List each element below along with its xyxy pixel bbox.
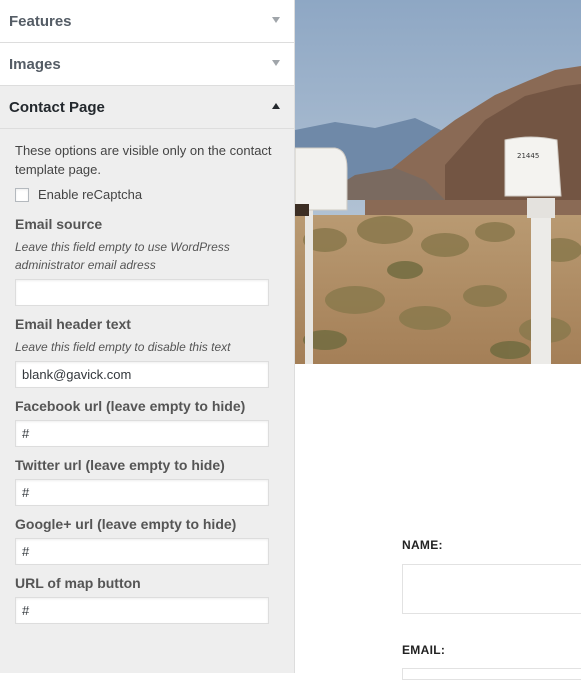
header-photo: 21445 [295, 0, 581, 364]
recaptcha-checkbox[interactable] [15, 187, 29, 202]
twitter-url-input[interactable]: # [15, 479, 269, 506]
email-source-hint: Leave this field empty to use WordPress … [15, 240, 230, 272]
email-source-title: Email source [15, 216, 103, 232]
recaptcha-row: Enable reCaptcha [15, 187, 279, 202]
email-header-hint: Leave this field empty to disable this t… [15, 340, 231, 354]
name-field[interactable] [402, 564, 581, 614]
facebook-url-input[interactable]: # [15, 420, 269, 447]
email-label: EMAIL: [402, 643, 446, 657]
name-label: NAME: [402, 538, 443, 552]
site-preview: 21445 NAME: EMAIL: [295, 0, 581, 680]
section-features-label: Features [9, 12, 72, 30]
map-button-url-input[interactable]: # [15, 597, 269, 624]
panel-description: These options are visible only on the co… [15, 143, 272, 177]
section-images[interactable]: Images [0, 43, 294, 86]
chevron-up-icon [272, 103, 280, 109]
chevron-down-icon [272, 60, 280, 66]
mailbox-number: 21445 [517, 152, 539, 160]
email-header-input[interactable]: blank@gavick.com [15, 361, 269, 388]
section-contact-label: Contact Page [9, 98, 105, 116]
email-header-title: Email header text [15, 316, 131, 332]
email-field[interactable] [402, 668, 581, 680]
contact-panel: These options are visible only on the co… [0, 129, 294, 624]
section-contact-page[interactable]: Contact Page [0, 86, 294, 129]
twitter-url-title: Twitter url (leave empty to hide) [15, 457, 225, 473]
googleplus-url-input[interactable]: # [15, 538, 269, 565]
recaptcha-label[interactable]: Enable reCaptcha [38, 187, 142, 202]
section-features[interactable]: Features [0, 0, 294, 43]
googleplus-url-title: Google+ url (leave empty to hide) [15, 516, 237, 532]
email-source-input[interactable] [15, 279, 269, 306]
chevron-down-icon [272, 17, 280, 23]
map-button-url-title: URL of map button [15, 575, 141, 591]
section-images-label: Images [9, 55, 61, 73]
facebook-url-title: Facebook url (leave empty to hide) [15, 398, 246, 414]
customizer-sidebar: Features Images Contact Page These optio… [0, 0, 295, 673]
